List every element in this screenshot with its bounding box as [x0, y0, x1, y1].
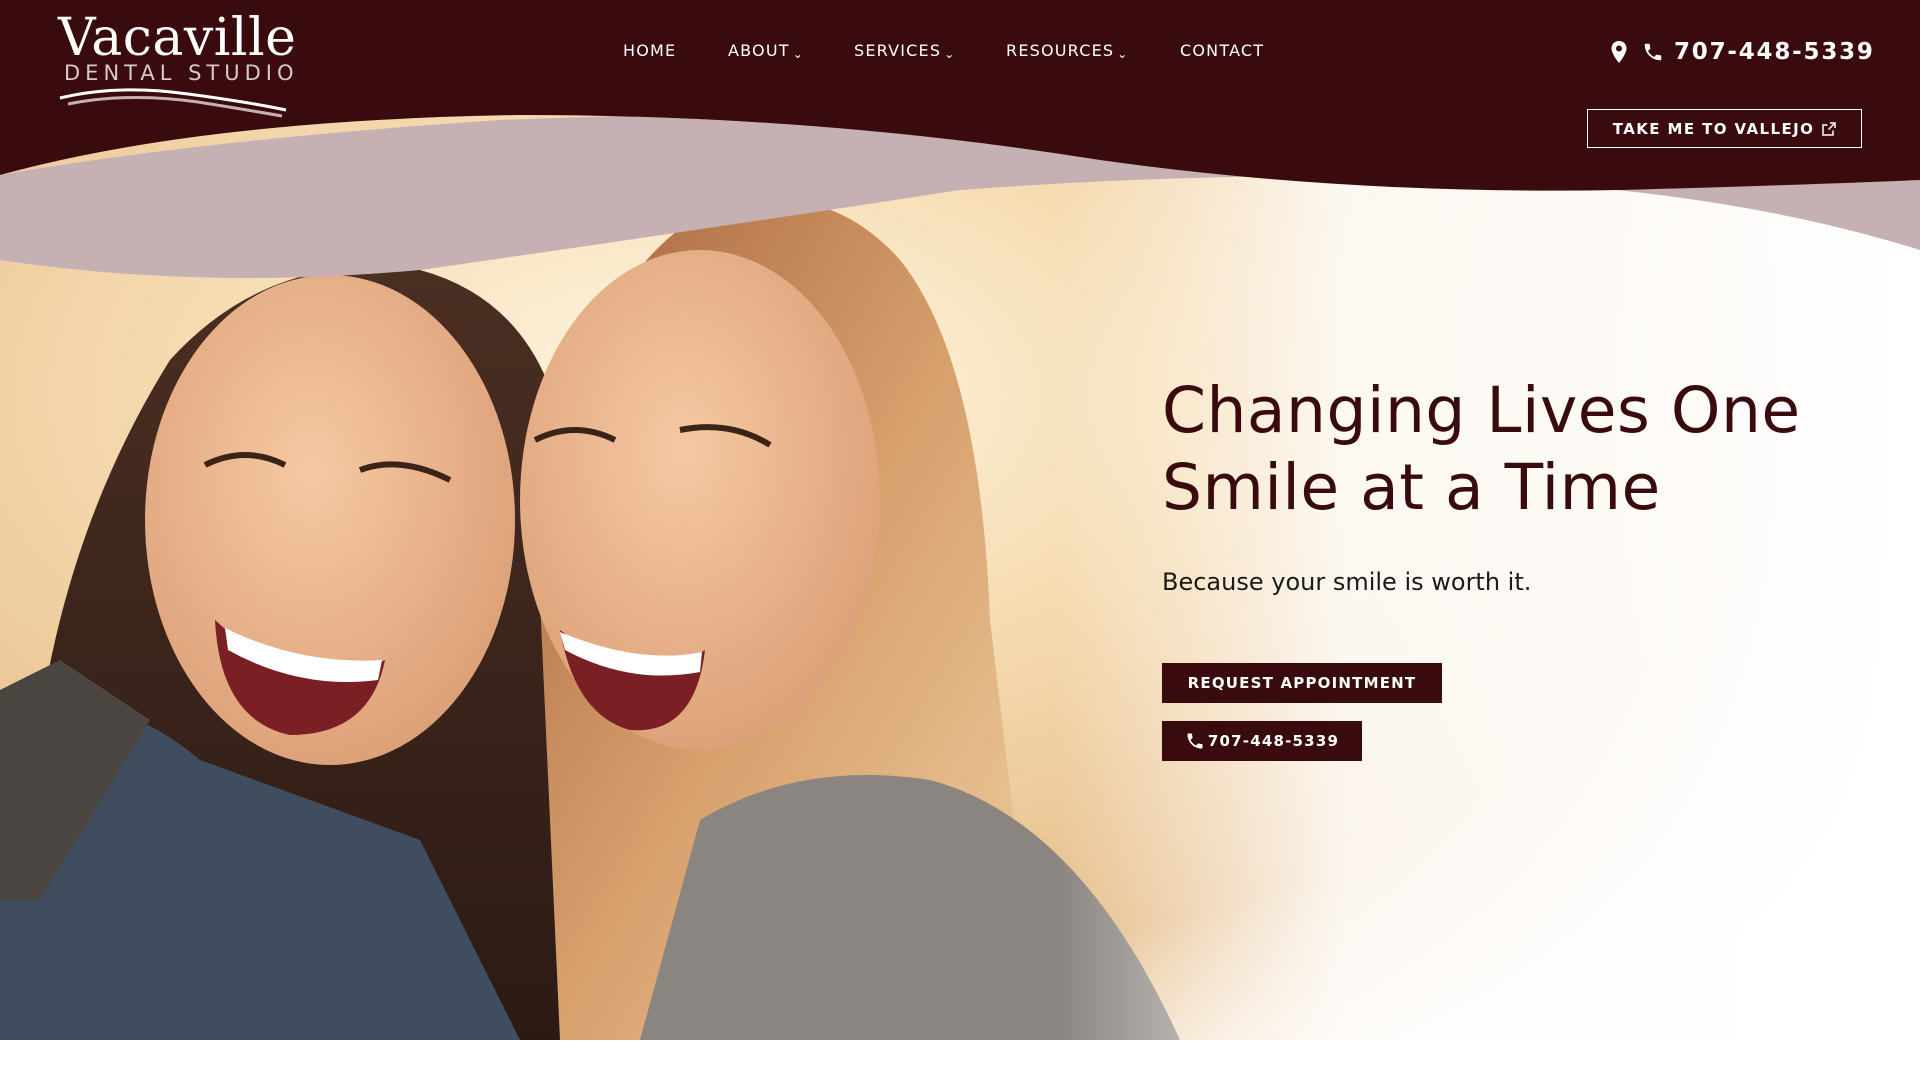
call-phone-label: 707-448-5339: [1207, 732, 1340, 750]
chevron-down-icon: ⌄: [1117, 47, 1129, 61]
chevron-down-icon: ⌄: [944, 47, 956, 61]
nav-home[interactable]: HOME: [623, 38, 676, 64]
nav-resources-label: RESOURCES: [1006, 41, 1115, 60]
header-phone-number: 707-448-5339: [1674, 39, 1875, 65]
phone-icon: [1644, 43, 1662, 61]
request-appointment-label: REQUEST APPOINTMENT: [1187, 674, 1417, 692]
nav-about-label: ABOUT: [728, 41, 790, 60]
nav-home-label: HOME: [623, 41, 677, 60]
nav-contact[interactable]: CONTACT: [1180, 38, 1264, 64]
nav-about[interactable]: ABOUT ⌄: [728, 38, 804, 64]
map-pin-icon[interactable]: [1610, 40, 1628, 64]
hero-title: Changing Lives One Smile at a Time: [1162, 374, 1801, 524]
nav-resources[interactable]: RESOURCES ⌄: [1006, 38, 1129, 64]
phone-icon: [1187, 733, 1203, 749]
nav-contact-label: CONTACT: [1180, 41, 1265, 60]
take-me-to-vallejo-button[interactable]: TAKE ME TO VALLEJO: [1587, 109, 1862, 148]
page: Vacaville DENTAL STUDIO HOME ABOUT ⌄ SERV…: [0, 0, 1920, 1080]
vallejo-button-label: TAKE ME TO VALLEJO: [1612, 119, 1815, 138]
request-appointment-button[interactable]: REQUEST APPOINTMENT: [1162, 663, 1442, 703]
external-link-icon: [1822, 121, 1836, 136]
logo-swoosh-icon: [59, 88, 287, 118]
chevron-down-icon: ⌄: [792, 47, 804, 61]
nav-services-label: SERVICES: [854, 41, 942, 60]
hero-subtitle: Because your smile is worth it.: [1162, 568, 1532, 596]
call-phone-button[interactable]: 707-448-5339: [1162, 721, 1362, 761]
logo-subtitle: DENTAL STUDIO: [64, 61, 299, 85]
nav-services[interactable]: SERVICES ⌄: [854, 38, 955, 64]
header-phone[interactable]: 707-448-5339: [1610, 36, 1875, 68]
